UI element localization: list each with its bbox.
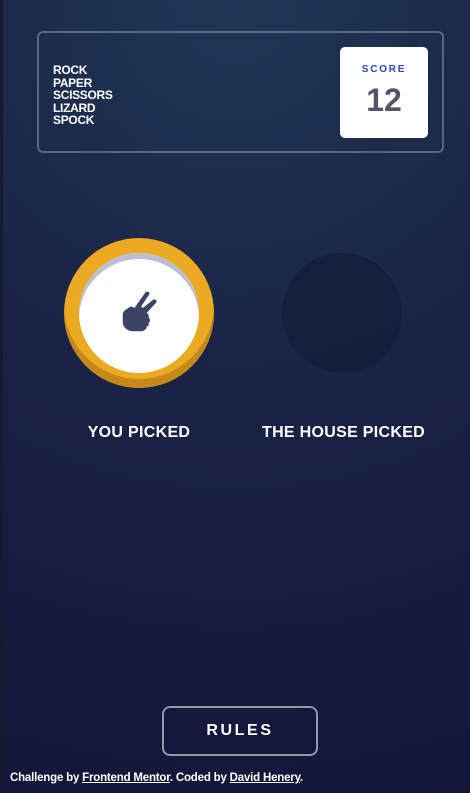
logo-line-spock: Spock: [53, 113, 95, 127]
rules-button[interactable]: RULES: [162, 706, 318, 756]
logo-line-scissors: Scissors: [53, 88, 113, 102]
game-logo: Rock Paper Scissors Lizard Spock: [53, 64, 113, 127]
attribution-middle: . Coded by: [169, 772, 230, 784]
score-box: SCORE 12: [340, 47, 428, 138]
attribution: Challenge by Frontend Mentor. Coded by D…: [10, 772, 303, 784]
user-pick-inner: [79, 253, 199, 373]
you-picked-label: YOU PICKED: [87, 424, 191, 441]
score-label: SCORE: [361, 64, 407, 75]
author-link[interactable]: David Henery: [230, 772, 300, 784]
attribution-suffix: .: [299, 772, 303, 784]
frontend-mentor-link[interactable]: Frontend Mentor: [82, 772, 170, 784]
logo-line-rock: Rock: [53, 63, 88, 77]
house-pick-empty: [282, 253, 402, 373]
user-pick-scissors: [64, 238, 214, 388]
header-scoreboard: Rock Paper Scissors Lizard Spock SCORE 1…: [37, 31, 444, 153]
house-picked-label: THE HOUSE PICKED: [262, 424, 426, 441]
score-value: 12: [366, 82, 402, 118]
scissors-hand-icon: [122, 291, 157, 332]
attribution-prefix: Challenge by: [10, 772, 83, 784]
